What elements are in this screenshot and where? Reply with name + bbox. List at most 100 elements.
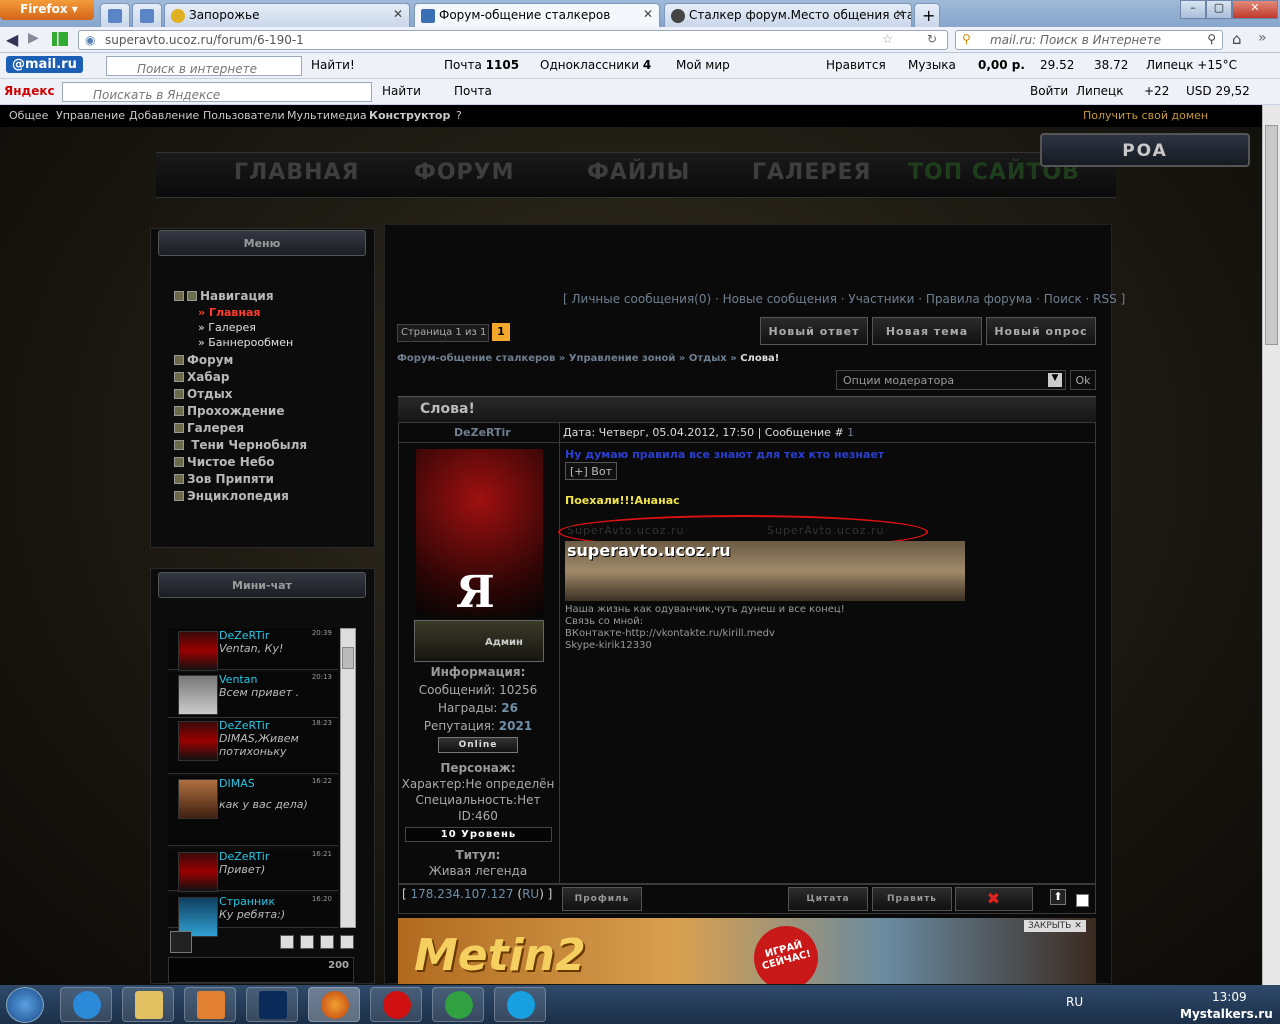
nav-shadow-of-chernobyl[interactable]: Тени Чернобыля [174,438,307,452]
reputation-value[interactable]: 2021 [499,719,532,733]
search-field[interactable]: mail.ru: Поиск в Интернете ⚲ ⚲ [955,30,1223,50]
eur-rate[interactable]: 38.72 [1094,58,1128,72]
chat-author[interactable]: DeZeRTir [219,719,269,732]
nav-walkthrough[interactable]: Прохождение [174,404,284,418]
chevron-down-icon[interactable]: ▼ [1048,373,1062,387]
reload-icon[interactable]: ↻ [927,32,937,46]
start-button[interactable] [6,987,44,1023]
ucoz-menu-help[interactable]: ? [456,109,462,122]
yandex-city[interactable]: Липецк [1076,84,1123,98]
nav-gallery[interactable]: Галерея [174,421,244,435]
yandex-login-link[interactable]: Войти [1030,84,1068,98]
ad-close-button[interactable]: ЗАКРЫТЬ ✕ [1024,920,1086,932]
skype-taskbar-icon[interactable] [494,987,546,1022]
chat-option-box[interactable] [320,935,334,949]
breadcrumb-forum[interactable]: Форум-общение сталкеров [397,353,555,364]
author-avatar[interactable]: Я [416,449,543,618]
page-scrollbar[interactable] [1262,105,1280,985]
back-icon[interactable]: ◀ [6,30,18,49]
scroll-top-icon[interactable]: ⬆ [1050,889,1066,905]
menu-home[interactable]: ГЛАВНАЯ [234,160,359,185]
bookmark-star-icon[interactable]: ☆ [882,32,893,46]
yandex-usd[interactable]: USD 29,52 [1186,84,1250,98]
moderator-ok-button[interactable]: Ok [1070,370,1096,390]
photoshop-taskbar-icon[interactable] [246,987,298,1022]
ie-taskbar-icon[interactable] [60,987,112,1022]
chat-author[interactable]: Странник [219,895,275,908]
url-bar[interactable]: superavto.ucoz.ru/forum/6-190-1 ◉ ☆ ↻ [78,30,948,50]
site-identity-icon[interactable]: ◉ [85,33,95,47]
menu-forum[interactable]: ФОРУМ [414,160,515,185]
weather-link[interactable]: Липецк +15°C [1146,58,1237,72]
minimize-button[interactable]: – [1180,0,1206,19]
home-icon[interactable]: ⌂ [1232,30,1242,48]
ucoz-menu-general[interactable]: Общее [9,109,48,122]
yandex-find-button[interactable]: Найти [382,84,421,98]
firefox-taskbar-icon[interactable] [308,987,360,1022]
nav-sub-gallery[interactable]: » Галерея [198,321,256,334]
chat-option-box[interactable] [300,935,314,949]
close-window-button[interactable]: ✕ [1232,0,1278,19]
edit-button[interactable]: Править [872,887,952,911]
nav-sub-banner[interactable]: » Баннерообмен [198,336,293,349]
breadcrumb-section[interactable]: Управление зоной [569,353,676,364]
chat-scrollbar[interactable] [340,628,356,928]
close-icon[interactable]: ✕ [643,7,653,21]
chat-scroll-thumb[interactable] [342,647,354,669]
chat-author[interactable]: DIMAS [219,777,255,790]
menu-files[interactable]: ФАЙЛЫ [587,160,690,185]
music-link[interactable]: Музыка [908,58,956,72]
post-author[interactable]: DeZeRTir [454,426,511,439]
search-icon[interactable]: ⚲ [1207,32,1216,46]
nav-forum[interactable]: Форум [174,353,233,367]
chat-option-box[interactable] [340,935,354,949]
nav-encyclopedia[interactable]: Энциклопедия [174,489,289,503]
nav-rest[interactable]: Отдых [174,387,232,401]
chat-option-box[interactable] [280,935,294,949]
nav-clear-sky[interactable]: Чистое Небо [174,455,275,469]
chat-author[interactable]: Ventan [219,673,257,686]
ucoz-menu-users[interactable]: Пользователи [203,109,285,122]
yandex-mail-link[interactable]: Почта [454,84,492,98]
opera-taskbar-icon[interactable] [370,987,422,1022]
media-player-taskbar-icon[interactable] [184,987,236,1022]
profile-button[interactable]: Профиль [562,887,642,911]
firefox-menu-button[interactable]: Firefox ▾ [0,0,94,20]
chat-author[interactable]: DeZeRTir [219,850,269,863]
new-topic-button[interactable]: Новая тема [872,317,982,345]
nav-call-of-pripyat[interactable]: Зов Припяти [174,472,274,486]
ucoz-menu-constructor[interactable]: Конструктор [369,109,450,122]
new-poll-button[interactable]: Новый опрос [986,317,1096,345]
chat-author[interactable]: DeZeRTir [219,629,269,642]
ucoz-menu-multimedia[interactable]: Мультимедиа [287,109,367,122]
breadcrumb-subforum[interactable]: Отдых [689,353,727,364]
get-domain-link[interactable]: Получить свой домен [1083,109,1208,122]
like-link[interactable]: Нравится [826,58,886,72]
clock[interactable]: 13:09 [1212,990,1247,1004]
page-scroll-thumb[interactable] [1265,125,1278,345]
nav-habar[interactable]: Хабар [174,370,229,384]
balance-value[interactable]: 0,00 р. [978,58,1025,72]
tab-zaporozhye[interactable]: Запорожье ✕ [164,3,410,27]
tab-forum[interactable]: Форум-общение сталкеров ✕ [414,3,660,27]
maximize-button[interactable]: ▢ [1206,0,1232,19]
search-engine-icon[interactable]: ⚲ [962,32,971,46]
yandex-search-input[interactable]: Поискать в Яндексе [62,82,372,102]
new-tab-button[interactable]: + [914,3,940,27]
ucoz-menu-manage[interactable]: Управление [56,109,125,122]
language-indicator[interactable]: RU [1066,995,1083,1009]
spoiler-button[interactable]: [+] Вот [565,462,617,480]
new-reply-button[interactable]: Новый ответ [760,317,868,345]
mailru-logo[interactable]: @mail.ru [6,56,83,73]
moderator-options-select[interactable]: Опции модератора ▼ [836,370,1066,390]
nav-sub-home[interactable]: » Главная [198,306,260,319]
yandex-logo[interactable]: Яндекс [4,84,55,98]
yandex-temp[interactable]: +22 [1144,84,1169,98]
delete-icon[interactable]: ✖ [955,887,1033,911]
ip-address[interactable]: 178.234.107.127 [411,887,514,901]
usd-rate[interactable]: 29.52 [1040,58,1074,72]
utorrent-taskbar-icon[interactable] [432,987,484,1022]
chat-smiles-icon[interactable] [170,931,192,953]
chat-message-input[interactable]: 200 [168,957,354,983]
mailru-mail-link[interactable]: Почта 1105 [444,58,519,72]
